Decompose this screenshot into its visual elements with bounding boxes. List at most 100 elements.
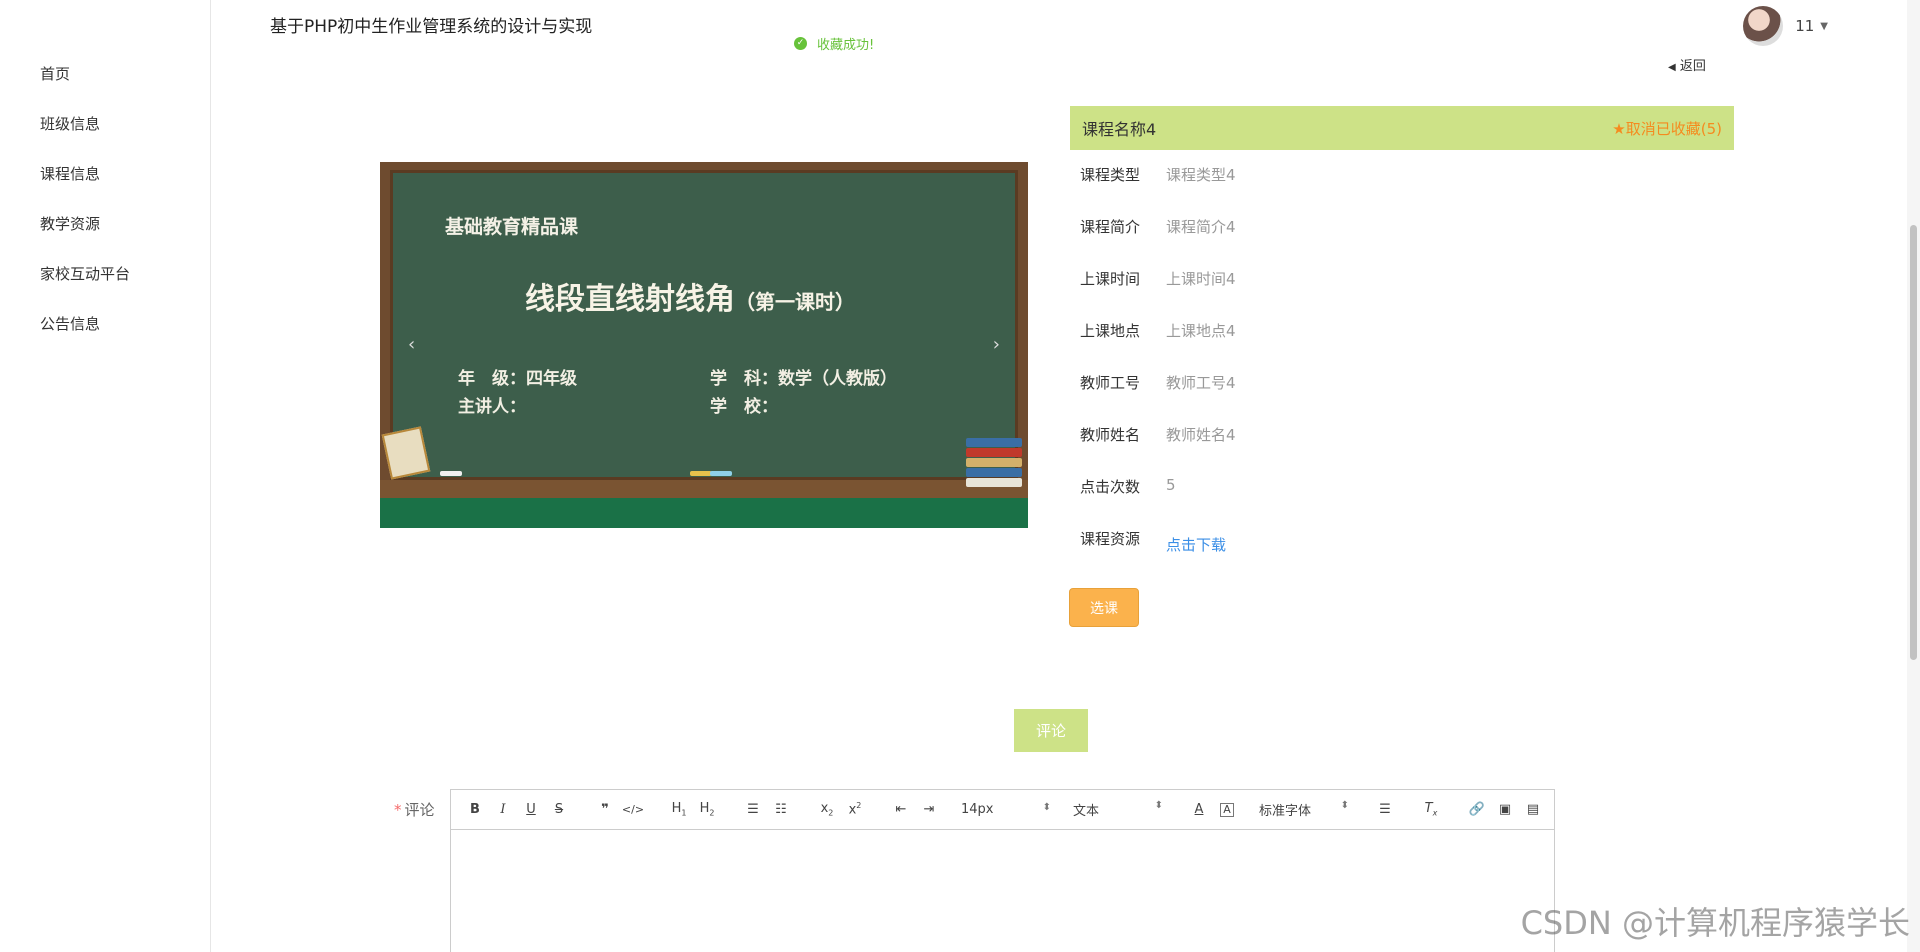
strike-icon[interactable]: S: [545, 802, 573, 817]
success-toast: ✓ 收藏成功!: [782, 28, 1152, 58]
field-row-course-resource: 课程资源 点击下载: [1080, 528, 1226, 555]
banner-main-title-sub: （第一课时）: [735, 290, 855, 314]
field-label: 点击次数: [1080, 478, 1141, 496]
book-shape: [966, 458, 1022, 467]
field-label: 课程类型: [1080, 166, 1141, 184]
book-shape: [966, 438, 1022, 447]
align-icon[interactable]: ☰: [1371, 802, 1399, 817]
blockquote-icon[interactable]: ❞: [591, 802, 619, 817]
download-link[interactable]: 点击下载: [1166, 528, 1226, 555]
superscript-icon[interactable]: x2: [841, 801, 869, 817]
sidebar-item-teaching-resources[interactable]: 教学资源: [40, 213, 100, 234]
user-menu[interactable]: 11 ▼: [1743, 6, 1828, 46]
background-color-icon[interactable]: A: [1220, 802, 1234, 817]
ordered-list-icon[interactable]: ☰: [739, 802, 767, 817]
comment-button[interactable]: 评论: [1014, 709, 1088, 752]
comment-label-text: 评论: [404, 801, 435, 819]
font-family-select[interactable]: 标准字体 ⬍: [1259, 800, 1349, 819]
link-icon[interactable]: 🔗: [1463, 802, 1491, 817]
back-link[interactable]: ◀ 返回: [1668, 55, 1706, 74]
font-size-select[interactable]: 14px ⬍: [961, 802, 1051, 817]
font-color-icon[interactable]: A: [1185, 802, 1213, 817]
course-info-header: 课程名称4 ★取消已收藏(5): [1070, 106, 1734, 150]
chalk-tray: [380, 480, 1028, 498]
select-arrows-icon: ⬍: [1154, 800, 1163, 811]
underline-icon[interactable]: U: [517, 802, 545, 817]
select-arrows-icon: ⬍: [1340, 800, 1349, 811]
check-circle-icon: ✓: [794, 36, 807, 50]
text-style-value[interactable]: 文本: [1073, 800, 1099, 819]
field-label: 上课时间: [1080, 270, 1141, 288]
caret-down-icon[interactable]: ▼: [1820, 21, 1828, 32]
field-label: 上课地点: [1080, 322, 1141, 340]
field-value: 上课时间4: [1166, 270, 1236, 288]
sidebar-item-notices[interactable]: 公告信息: [40, 313, 100, 334]
unfavorite-button[interactable]: ★取消已收藏(5): [1612, 118, 1722, 139]
editor-toolbar: B I U S ❞ </> H1 H2 ☰ ☷ x2 x2 ⇤ ⇥ 14px ⬍ …: [451, 790, 1554, 830]
sidebar-item-home-school-platform[interactable]: 家校互动平台: [40, 263, 130, 284]
course-info-panel: 课程名称4 ★取消已收藏(5) 课程类型 课程类型4 课程简介 课程简介4 上课时间…: [1070, 106, 1734, 554]
site-title: 基于PHP初中生作业管理系统的设计与实现: [270, 17, 593, 37]
field-value: 上课地点4: [1166, 322, 1236, 340]
chalk-clipart: [440, 471, 462, 476]
indent-icon[interactable]: ⇥: [915, 802, 943, 817]
font-family-value[interactable]: 标准字体: [1259, 800, 1311, 819]
field-value: 课程简介4: [1166, 218, 1236, 236]
chalk-clipart: [690, 471, 712, 476]
select-arrows-icon: ⬍: [1042, 802, 1051, 813]
banner-main-title-text: 线段直线射线角: [525, 282, 735, 317]
banner-small-title: 基础教育精品课: [445, 216, 579, 238]
book-shape: [966, 478, 1022, 487]
subscript-icon[interactable]: x2: [813, 801, 841, 818]
field-row-click-count: 点击次数 5: [1080, 476, 1176, 497]
books-clipart: [966, 438, 1024, 487]
course-image-carousel[interactable]: 基础教育精品课 线段直线射线角（第一课时） 年 级：四年级 学 科：数学（人教版…: [380, 162, 1028, 528]
comment-editor[interactable]: B I U S ❞ </> H1 H2 ☰ ☷ x2 x2 ⇤ ⇥ 14px ⬍ …: [450, 789, 1555, 952]
carousel-prev-icon[interactable]: ‹: [408, 334, 415, 355]
user-name[interactable]: 11: [1795, 17, 1814, 35]
italic-icon[interactable]: I: [489, 802, 517, 817]
clear-format-icon[interactable]: Tx: [1417, 801, 1445, 818]
field-row-course-type: 课程类型 课程类型4: [1080, 164, 1236, 185]
banner-grade: 年 级：四年级: [458, 369, 577, 389]
banner-lecturer: 主讲人：: [458, 397, 526, 417]
sidebar-item-home[interactable]: 首页: [40, 63, 70, 84]
heading1-icon[interactable]: H1: [665, 801, 693, 818]
page-scrollbar[interactable]: [1907, 0, 1920, 952]
code-block-icon[interactable]: </>: [619, 803, 647, 816]
field-row-class-location: 上课地点 上课地点4: [1080, 320, 1236, 341]
image-icon[interactable]: ▣: [1491, 802, 1519, 817]
field-row-teacher-id: 教师工号 教师工号4: [1080, 372, 1236, 393]
book-shape: [966, 448, 1022, 457]
avatar[interactable]: [1743, 6, 1784, 46]
csdn-watermark: CSDN @计算机程序猿学长: [1520, 904, 1910, 942]
carousel-next-icon[interactable]: ›: [993, 334, 1000, 355]
triangle-left-icon: ◀: [1668, 62, 1676, 73]
field-row-class-time: 上课时间 上课时间4: [1080, 268, 1236, 289]
sidebar-item-class-info[interactable]: 班级信息: [40, 113, 100, 134]
bold-icon[interactable]: B: [461, 802, 489, 817]
banner-subject: 学 科：数学（人教版）: [710, 369, 897, 389]
field-value: 5: [1166, 476, 1176, 494]
field-label: 课程简介: [1080, 218, 1141, 236]
outdent-icon[interactable]: ⇤: [887, 802, 915, 817]
field-label: 教师姓名: [1080, 426, 1141, 444]
select-course-button[interactable]: 选课: [1069, 588, 1139, 627]
floor-strip: [380, 498, 1028, 528]
editor-content-area[interactable]: [451, 830, 1554, 952]
font-size-value[interactable]: 14px: [961, 802, 994, 817]
text-style-select[interactable]: 文本 ⬍: [1073, 800, 1163, 819]
back-label[interactable]: 返回: [1680, 59, 1706, 74]
top-bar: 基于PHP初中生作业管理系统的设计与实现 ✓ 收藏成功! 11 ▼: [212, 0, 1908, 58]
toast-message: 收藏成功!: [817, 37, 875, 53]
star-icon[interactable]: ★: [1612, 120, 1625, 138]
heading2-icon[interactable]: H2: [693, 801, 721, 818]
scrollbar-thumb[interactable]: [1910, 225, 1917, 660]
video-icon[interactable]: ▤: [1519, 802, 1547, 817]
bullet-list-icon[interactable]: ☷: [767, 802, 795, 817]
unfavorite-label[interactable]: 取消已收藏(5): [1626, 120, 1722, 138]
sidebar-item-course-info[interactable]: 课程信息: [40, 163, 100, 184]
sidebar: 首页 班级信息 课程信息 教学资源 家校互动平台 公告信息: [0, 0, 211, 952]
course-name: 课程名称4: [1082, 120, 1157, 139]
banner-school: 学 校：: [710, 397, 778, 417]
